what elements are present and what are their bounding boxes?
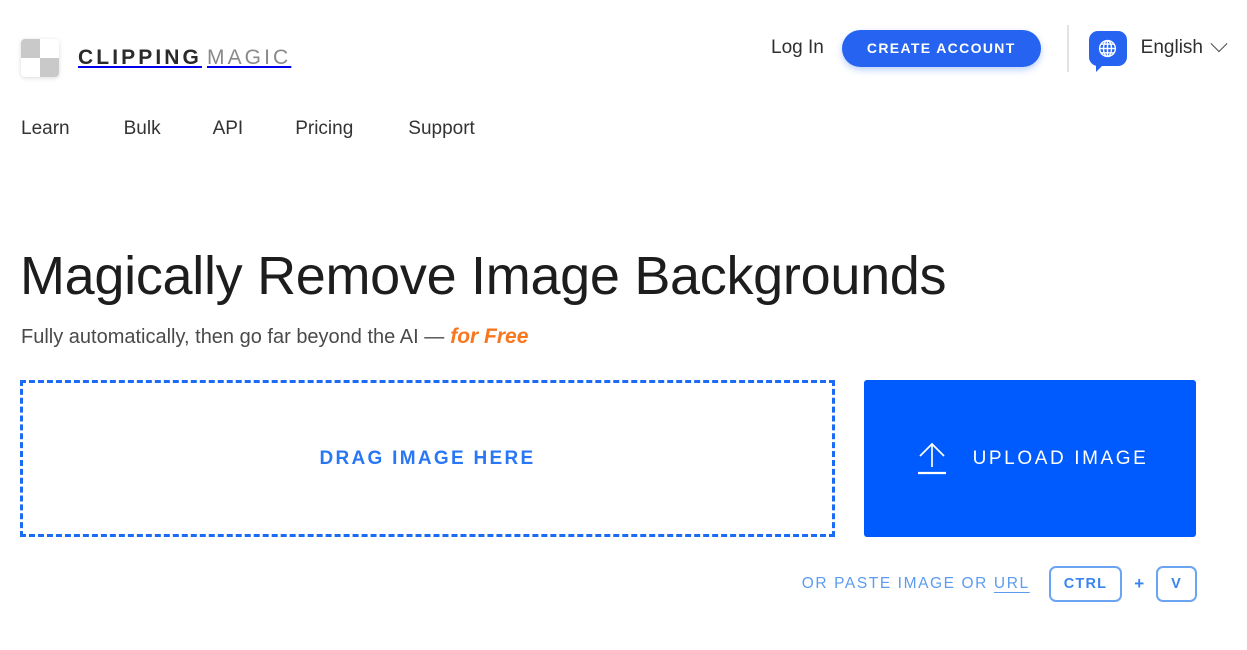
paste-hint-prefix: OR PASTE IMAGE OR (801, 575, 988, 592)
main-nav: Learn Bulk API Pricing Support (0, 118, 1247, 140)
paste-hint-text: OR PASTE IMAGE OR URL (802, 575, 1030, 593)
nav-item-bulk[interactable]: Bulk (124, 118, 161, 140)
subtitle-text: Fully automatically, then go far beyond … (21, 326, 445, 348)
nav-item-learn[interactable]: Learn (21, 118, 70, 140)
dropzone-label: DRAG IMAGE HERE (319, 447, 536, 469)
chevron-down-icon (1210, 35, 1228, 53)
page-subtitle: Fully automatically, then go far beyond … (21, 325, 528, 349)
nav-item-api[interactable]: API (213, 118, 244, 140)
header-actions: Log In CREATE ACCOUNT English (771, 0, 1247, 96)
nav-item-support[interactable]: Support (408, 118, 475, 140)
key-v[interactable]: V (1156, 566, 1197, 602)
site-header: CLIPPING MAGIC Log In CREATE ACCOUNT Engl… (0, 0, 1247, 96)
key-ctrl[interactable]: CTRL (1048, 566, 1123, 602)
globe-icon (1088, 30, 1127, 72)
checkerboard-icon (21, 39, 59, 77)
image-dropzone[interactable]: DRAG IMAGE HERE (20, 380, 835, 537)
logo-primary-text: CLIPPING (78, 46, 202, 69)
nav-item-pricing[interactable]: Pricing (295, 118, 353, 140)
page-title: Magically Remove Image Backgrounds (20, 246, 947, 306)
upload-arrow-icon (912, 440, 952, 478)
header-divider (1066, 24, 1069, 72)
language-label: English (1140, 37, 1203, 58)
logo-wordmark: CLIPPING MAGIC (78, 46, 291, 70)
login-link[interactable]: Log In (771, 37, 824, 59)
language-selector[interactable]: English (1088, 30, 1228, 72)
paste-hint-row: OR PASTE IMAGE OR URL CTRL + V (802, 566, 1197, 602)
upload-button-label: UPLOAD IMAGE (972, 447, 1149, 469)
key-plus-separator: + (1134, 574, 1145, 593)
upload-image-button[interactable]: UPLOAD IMAGE (864, 380, 1196, 537)
logo-secondary-text: MAGIC (206, 46, 292, 69)
subtitle-accent: for Free (450, 325, 529, 348)
paste-url-link[interactable]: URL (994, 575, 1030, 592)
create-account-button[interactable]: CREATE ACCOUNT (841, 29, 1041, 67)
logo-link[interactable]: CLIPPING MAGIC (21, 36, 291, 80)
